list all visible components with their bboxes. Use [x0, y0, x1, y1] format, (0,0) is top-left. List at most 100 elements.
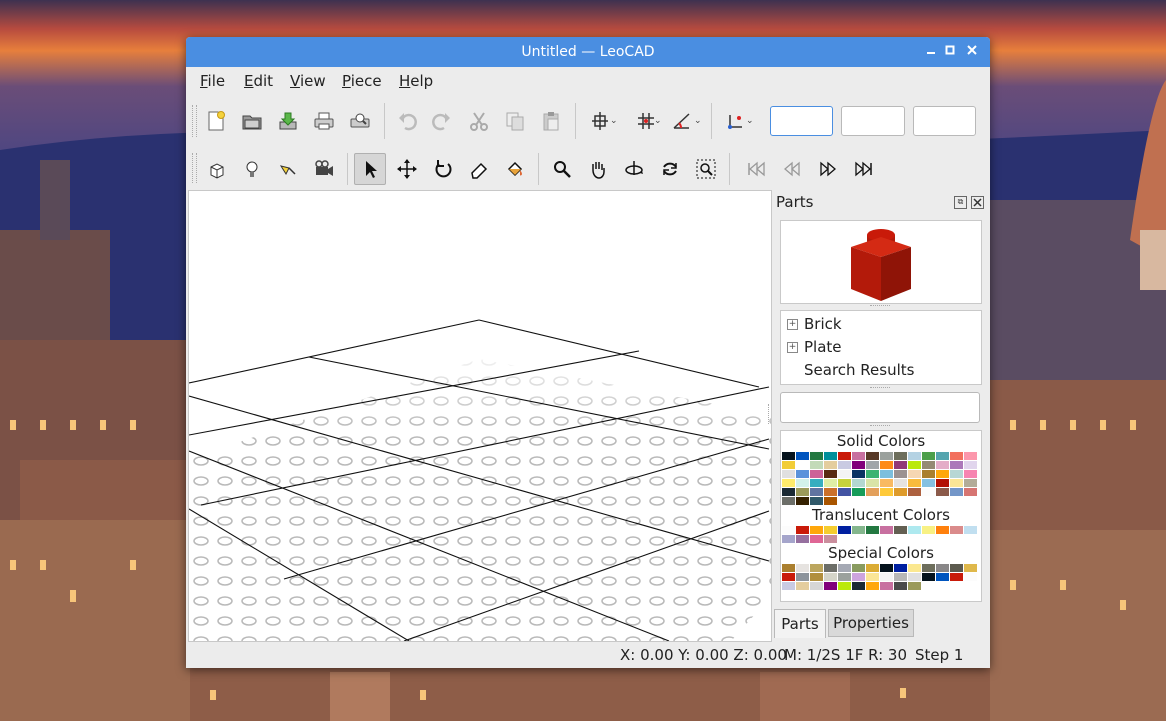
color-swatch[interactable]: [782, 479, 795, 487]
color-swatch[interactable]: [936, 573, 949, 581]
color-swatch[interactable]: [950, 488, 963, 496]
color-swatch[interactable]: [922, 452, 935, 460]
color-swatch[interactable]: [964, 564, 977, 572]
menu-help[interactable]: Help: [399, 72, 433, 90]
color-swatch[interactable]: [810, 497, 823, 505]
zoom-tool-button[interactable]: [547, 154, 577, 184]
color-swatch[interactable]: [824, 582, 837, 590]
chevron-down-icon[interactable]: ⌄: [746, 116, 754, 126]
menu-piece[interactable]: Piece: [342, 72, 382, 90]
color-swatch[interactable]: [922, 479, 935, 487]
color-swatch[interactable]: [796, 488, 809, 496]
color-swatch[interactable]: [880, 564, 893, 572]
color-swatch[interactable]: [964, 479, 977, 487]
color-swatch[interactable]: [810, 573, 823, 581]
next-step-button[interactable]: [813, 154, 843, 184]
color-swatch[interactable]: [838, 582, 851, 590]
copy-button[interactable]: [500, 106, 530, 136]
color-swatch[interactable]: [894, 573, 907, 581]
float-panel-button[interactable]: ⧉: [954, 196, 967, 209]
color-swatch[interactable]: [922, 564, 935, 572]
save-button[interactable]: [273, 106, 303, 136]
color-swatch[interactable]: [866, 461, 879, 469]
camera-button[interactable]: [309, 154, 339, 184]
zoom-region-tool-button[interactable]: [691, 154, 721, 184]
color-swatch[interactable]: [936, 526, 949, 534]
color-swatch[interactable]: [964, 470, 977, 478]
color-swatch[interactable]: [782, 497, 795, 505]
color-swatch[interactable]: [810, 461, 823, 469]
color-swatch[interactable]: [936, 488, 949, 496]
color-swatch[interactable]: [880, 582, 893, 590]
paste-button[interactable]: [536, 106, 566, 136]
color-swatch[interactable]: [936, 564, 949, 572]
color-swatch[interactable]: [950, 470, 963, 478]
transform-y-field[interactable]: [841, 106, 905, 136]
color-swatch[interactable]: [922, 526, 935, 534]
color-swatch[interactable]: [964, 461, 977, 469]
color-swatch[interactable]: [880, 526, 893, 534]
select-tool-button[interactable]: [354, 153, 386, 185]
toolbar-grip[interactable]: [192, 153, 197, 183]
redo-button[interactable]: [426, 106, 456, 136]
color-swatch[interactable]: [908, 564, 921, 572]
color-swatch[interactable]: [936, 470, 949, 478]
color-swatch[interactable]: [810, 488, 823, 496]
color-swatch[interactable]: [866, 564, 879, 572]
maximize-button[interactable]: [941, 43, 959, 61]
color-swatch[interactable]: [852, 452, 865, 460]
color-swatch[interactable]: [796, 564, 809, 572]
color-swatch[interactable]: [810, 535, 823, 543]
new-button[interactable]: [201, 106, 231, 136]
snap-angle-dropdown[interactable]: [667, 106, 697, 136]
color-swatch[interactable]: [950, 564, 963, 572]
color-swatch[interactable]: [922, 461, 935, 469]
paint-tool-button[interactable]: [500, 154, 530, 184]
color-swatch[interactable]: [824, 452, 837, 460]
color-swatch[interactable]: [796, 470, 809, 478]
last-step-button[interactable]: [849, 154, 879, 184]
color-swatch[interactable]: [922, 488, 935, 496]
color-swatch[interactable]: [796, 526, 809, 534]
color-swatch[interactable]: [922, 470, 935, 478]
toolbar-grip[interactable]: [192, 105, 197, 137]
pan-tool-button[interactable]: [583, 154, 613, 184]
chevron-down-icon[interactable]: ⌄: [694, 116, 702, 126]
color-swatch[interactable]: [796, 582, 809, 590]
color-swatch[interactable]: [936, 452, 949, 460]
color-swatch[interactable]: [936, 461, 949, 469]
close-panel-button[interactable]: [971, 196, 984, 209]
color-swatch[interactable]: [796, 573, 809, 581]
color-swatch[interactable]: [824, 497, 837, 505]
color-swatch[interactable]: [964, 452, 977, 460]
color-swatch[interactable]: [824, 564, 837, 572]
color-swatch[interactable]: [824, 535, 837, 543]
color-swatch[interactable]: [796, 479, 809, 487]
color-swatch[interactable]: [782, 461, 795, 469]
color-swatch[interactable]: [908, 461, 921, 469]
spotlight-button[interactable]: [273, 154, 303, 184]
color-swatch[interactable]: [782, 535, 795, 543]
color-swatch[interactable]: [908, 452, 921, 460]
color-swatch[interactable]: [908, 582, 921, 590]
color-swatch[interactable]: [880, 573, 893, 581]
color-swatch[interactable]: [950, 452, 963, 460]
print-preview-button[interactable]: [345, 106, 375, 136]
color-swatch[interactable]: [810, 470, 823, 478]
color-swatch[interactable]: [866, 573, 879, 581]
expand-icon[interactable]: +: [787, 319, 798, 330]
cut-button[interactable]: [464, 106, 494, 136]
color-swatch[interactable]: [866, 488, 879, 496]
transform-z-field[interactable]: [913, 106, 976, 136]
color-swatch[interactable]: [852, 470, 865, 478]
color-swatch[interactable]: [824, 526, 837, 534]
color-swatch[interactable]: [796, 452, 809, 460]
color-swatch[interactable]: [964, 488, 977, 496]
color-swatch[interactable]: [880, 461, 893, 469]
color-swatch[interactable]: [866, 582, 879, 590]
color-swatch[interactable]: [894, 461, 907, 469]
color-swatch[interactable]: [908, 573, 921, 581]
color-swatch[interactable]: [824, 479, 837, 487]
color-swatch[interactable]: [866, 452, 879, 460]
color-swatch[interactable]: [964, 526, 977, 534]
